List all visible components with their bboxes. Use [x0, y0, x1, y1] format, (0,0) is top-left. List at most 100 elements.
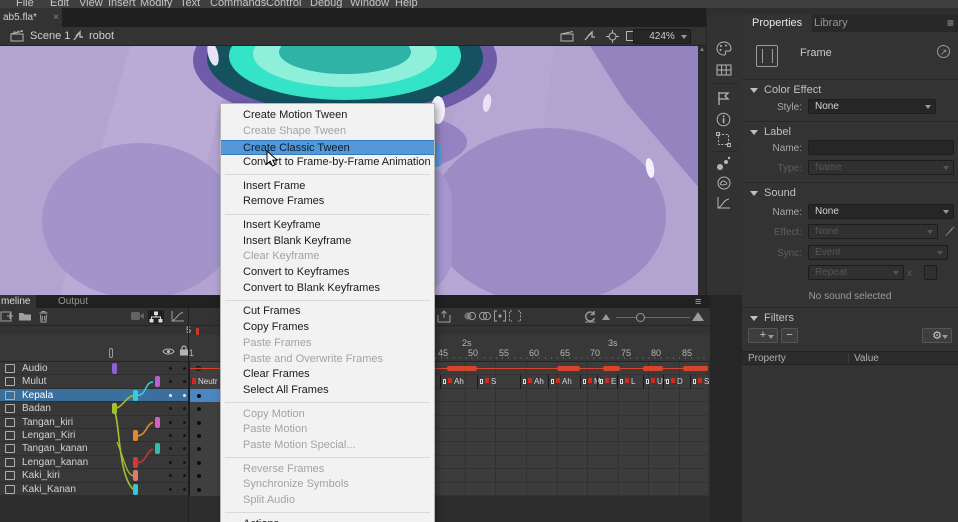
info-panel-icon[interactable]	[716, 112, 734, 128]
layer-name[interactable]: Badan	[22, 403, 51, 414]
color-panel-icon[interactable]	[716, 41, 734, 57]
menu-item[interactable]: Commands	[210, 0, 266, 8]
transform-panel-icon[interactable]	[716, 132, 734, 148]
frame-size-large-icon[interactable]	[692, 312, 704, 321]
scroll-up-icon[interactable]: ▲	[699, 47, 705, 53]
layer-name[interactable]: Lengan_Kiri	[22, 430, 75, 441]
context-menu-item[interactable]: Synchronize Symbols	[221, 477, 434, 493]
zoom-level-select[interactable]: 424%	[633, 29, 691, 44]
layer-name[interactable]: Kaki_Kanan	[22, 484, 76, 495]
stage-scrollbar[interactable]: ▲	[698, 46, 706, 295]
layer-parent-marker[interactable]	[155, 376, 160, 387]
layer-row[interactable]: Mulut Neutr	[0, 375, 220, 388]
breadcrumb-scene[interactable]: Scene 1	[30, 30, 70, 42]
frame-cell[interactable]	[189, 402, 220, 415]
layer-name[interactable]: Audio	[22, 363, 48, 374]
menu-item[interactable]: Help	[395, 0, 418, 8]
frame-cell[interactable]	[189, 389, 220, 402]
context-menu-item[interactable]: Cut Frames	[221, 304, 434, 320]
mouth-keyframe[interactable]: Ah	[520, 375, 521, 388]
context-menu-item[interactable]: Reverse Frames	[221, 462, 434, 478]
context-menu-item[interactable]: Select All Frames	[221, 383, 434, 399]
ruler-number[interactable]: 60	[529, 348, 539, 358]
collapse-triangle-icon[interactable]	[750, 130, 758, 135]
pencil-icon[interactable]	[944, 225, 955, 237]
layer-visibility-dot[interactable]	[169, 488, 172, 491]
context-menu-item[interactable]: Convert to Keyframes	[221, 265, 434, 281]
context-menu-item[interactable]: Create Shape Tween	[221, 124, 434, 140]
ruler-number[interactable]: 75	[621, 348, 631, 358]
layer-lock-dot[interactable]	[183, 421, 186, 424]
frame-cell[interactable]	[189, 416, 220, 429]
layer-parent-marker[interactable]	[155, 417, 160, 428]
layer-row[interactable]: Lengan_kanan	[0, 456, 220, 469]
layer-name[interactable]: Lengan_kanan	[22, 457, 88, 468]
layer-lock-dot[interactable]	[183, 367, 186, 370]
cc-libraries-panel-icon[interactable]	[716, 176, 734, 192]
layer-parent-marker[interactable]	[133, 470, 138, 481]
menu-item[interactable]: File	[16, 0, 34, 8]
layer-row[interactable]: Tangan_kanan	[0, 442, 220, 455]
frames-row[interactable]	[435, 442, 708, 455]
eye-icon[interactable]	[162, 347, 175, 356]
menu-item[interactable]: Insert	[108, 0, 136, 8]
scene-clapper-icon[interactable]	[10, 30, 24, 42]
layer-visibility-dot[interactable]	[169, 407, 172, 410]
context-menu-item[interactable]: Paste Motion	[221, 422, 434, 438]
slider-knob[interactable]	[636, 313, 645, 322]
mouth-keyframe[interactable]: S	[690, 375, 691, 388]
context-menu-item[interactable]: Convert to Frame-by-Frame Animation ›	[221, 155, 434, 171]
label-name-input[interactable]	[808, 140, 954, 155]
layer-visibility-dot[interactable]	[169, 380, 172, 383]
delete-layer-icon[interactable]	[38, 310, 54, 324]
context-menu-item[interactable]: Create Classic Tween	[221, 140, 434, 156]
layer-row[interactable]: Badan	[0, 402, 220, 415]
context-menu-item[interactable]: Insert Frame	[221, 179, 434, 195]
circle-arrow-icon[interactable]: ↗	[937, 45, 950, 58]
section-filters[interactable]: Filters	[750, 312, 794, 324]
ruler-number[interactable]: 65	[560, 348, 570, 358]
context-menu-item[interactable]: Insert Blank Keyframe	[221, 234, 434, 250]
layer-visibility-dot[interactable]	[169, 434, 172, 437]
frame-cell[interactable]	[189, 483, 220, 496]
frames-row[interactable]	[435, 469, 708, 482]
mouth-keyframe[interactable]: Ah	[440, 375, 441, 388]
frames-grid[interactable]: Ah S Ah Ah	[435, 362, 708, 496]
layer-lock-dot[interactable]	[183, 461, 186, 464]
mouth-keyframe[interactable]: M	[580, 375, 581, 388]
tab-output[interactable]: Output	[58, 295, 88, 308]
layer-name[interactable]: Kaki_kiri	[22, 470, 60, 481]
frame-cell[interactable]	[189, 429, 220, 442]
document-tab[interactable]: ab5.fla* ×	[0, 8, 62, 27]
mouth-keyframe[interactable]: L	[617, 375, 618, 388]
layer-lock-dot[interactable]	[183, 380, 186, 383]
add-filter-button[interactable]: +	[748, 328, 778, 343]
layer-row[interactable]: Kaki_Kanan	[0, 483, 220, 496]
tab-timeline[interactable]: meline	[0, 295, 36, 308]
mouth-keyframe[interactable]: Uh	[643, 375, 644, 388]
layer-visibility-dot[interactable]	[169, 461, 172, 464]
layer-visibility-dot[interactable]	[169, 474, 172, 477]
panel-menu-icon[interactable]: ≡	[947, 16, 954, 30]
layer-parent-marker[interactable]	[112, 363, 117, 374]
context-menu-item[interactable]: Remove Frames	[221, 194, 434, 210]
context-menu-item[interactable]: Convert to Blank Keyframes	[221, 281, 434, 297]
context-menu-item[interactable]: Clear Frames	[221, 367, 434, 383]
sound-name-select[interactable]: None	[808, 204, 954, 219]
frame-cell[interactable]	[189, 469, 220, 482]
edit-symbol-icon[interactable]	[583, 30, 596, 42]
ruler-number[interactable]: 80	[651, 348, 661, 358]
collapse-triangle-icon[interactable]	[750, 88, 758, 93]
frame-cell[interactable]: Neutr	[189, 375, 220, 388]
menu-item[interactable]: Control	[266, 0, 301, 8]
layer-parent-marker[interactable]	[133, 430, 138, 441]
collapse-triangle-icon[interactable]	[750, 316, 758, 321]
remove-filter-button[interactable]: −	[781, 328, 798, 343]
mouth-keyframes-row[interactable]: Ah S Ah Ah	[435, 375, 708, 388]
section-label[interactable]: Label	[750, 126, 791, 138]
context-menu-item[interactable]: Copy Frames	[221, 320, 434, 336]
context-menu-item[interactable]: Paste Frames	[221, 336, 434, 352]
layer-row[interactable]: Kaki_kiri	[0, 469, 220, 482]
frames-row[interactable]	[435, 456, 708, 469]
tab-library[interactable]: Library	[804, 15, 858, 32]
